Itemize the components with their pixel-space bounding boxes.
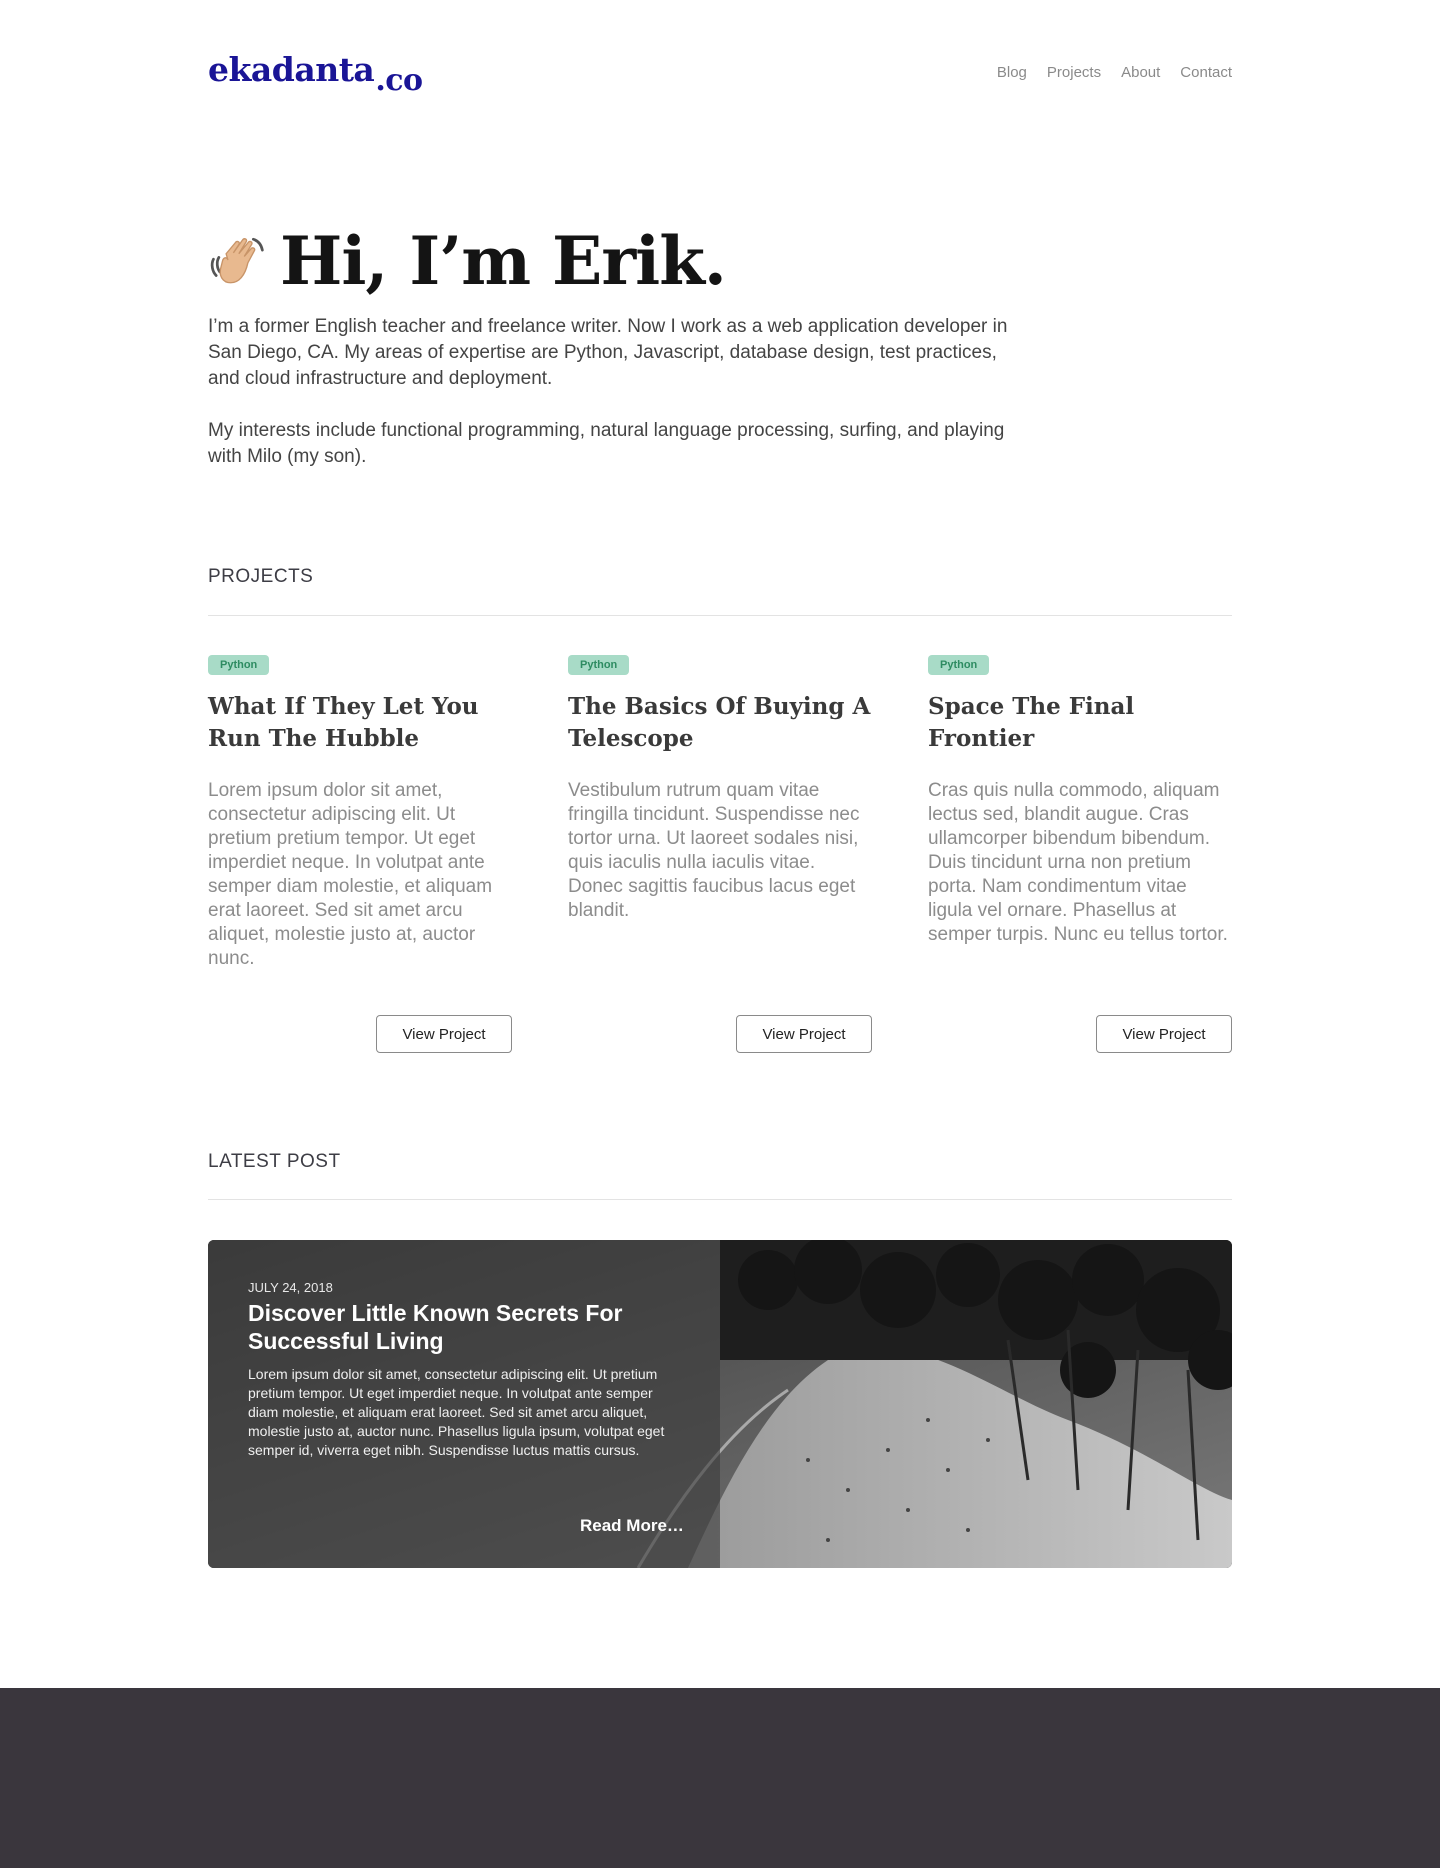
hero-heading: Hi, I’m Erik. — [208, 222, 727, 300]
main-nav: Blog Projects About Contact — [997, 64, 1232, 81]
project-card: Python What If They Let You Run The Hubb… — [208, 655, 512, 1055]
section-divider — [208, 1199, 1232, 1200]
logo-main: ekadanta — [208, 50, 375, 89]
hero-title: Hi, I’m Erik. — [280, 222, 727, 300]
project-description: Vestibulum rutrum quam vitae fringilla t… — [568, 780, 860, 921]
nav-blog[interactable]: Blog — [997, 64, 1027, 81]
logo-suffix: .co — [375, 63, 423, 98]
tag-badge[interactable]: Python — [208, 655, 270, 675]
project-title[interactable]: What If They Let You Run The Hubble — [208, 691, 512, 755]
latest-post-heading: LATEST POST — [208, 1151, 341, 1172]
hero-paragraph: I’m a former English teacher and freelan… — [208, 316, 1008, 389]
nav-about[interactable]: About — [1121, 64, 1160, 81]
post-excerpt: Lorem ipsum dolor sit amet, consectetur … — [248, 1366, 665, 1458]
project-title[interactable]: The Basics Of Buying A Telescope — [568, 691, 872, 755]
section-divider — [208, 615, 1232, 616]
nav-projects[interactable]: Projects — [1047, 64, 1101, 81]
view-project-button[interactable]: View Project — [736, 1015, 872, 1053]
post-content: JULY 24, 2018 Discover Little Known Secr… — [248, 1280, 668, 1460]
site-footer — [0, 1688, 1440, 1868]
tag-badge[interactable]: Python — [928, 655, 990, 675]
tag-badge[interactable]: Python — [568, 655, 630, 675]
post-title[interactable]: Discover Little Known Secrets For Succes… — [248, 1299, 668, 1355]
projects-heading: PROJECTS — [208, 566, 314, 587]
view-project-button[interactable]: View Project — [1096, 1015, 1232, 1053]
project-title[interactable]: Space The Final Frontier — [928, 691, 1232, 755]
hero-paragraph: My interests include functional programm… — [208, 420, 1005, 467]
latest-post-card[interactable]: JULY 24, 2018 Discover Little Known Secr… — [208, 1240, 1232, 1568]
site-logo[interactable]: ekadanta.co — [208, 50, 423, 98]
post-date: JULY 24, 2018 — [248, 1280, 333, 1295]
hero-intro: I’m a former English teacher and freelan… — [208, 314, 1008, 496]
read-more-link[interactable]: Read More… — [580, 1516, 684, 1536]
project-card: Python Space The Final Frontier Cras qui… — [928, 655, 1232, 1055]
project-card: Python The Basics Of Buying A Telescope … — [568, 655, 872, 1055]
view-project-button[interactable]: View Project — [376, 1015, 512, 1053]
waving-hand-icon — [210, 237, 264, 284]
nav-contact[interactable]: Contact — [1180, 64, 1232, 81]
project-description: Lorem ipsum dolor sit amet, consectetur … — [208, 780, 493, 969]
project-description: Cras quis nulla commodo, aliquam lectus … — [928, 780, 1228, 945]
project-cards: Python What If They Let You Run The Hubb… — [208, 655, 1232, 1055]
